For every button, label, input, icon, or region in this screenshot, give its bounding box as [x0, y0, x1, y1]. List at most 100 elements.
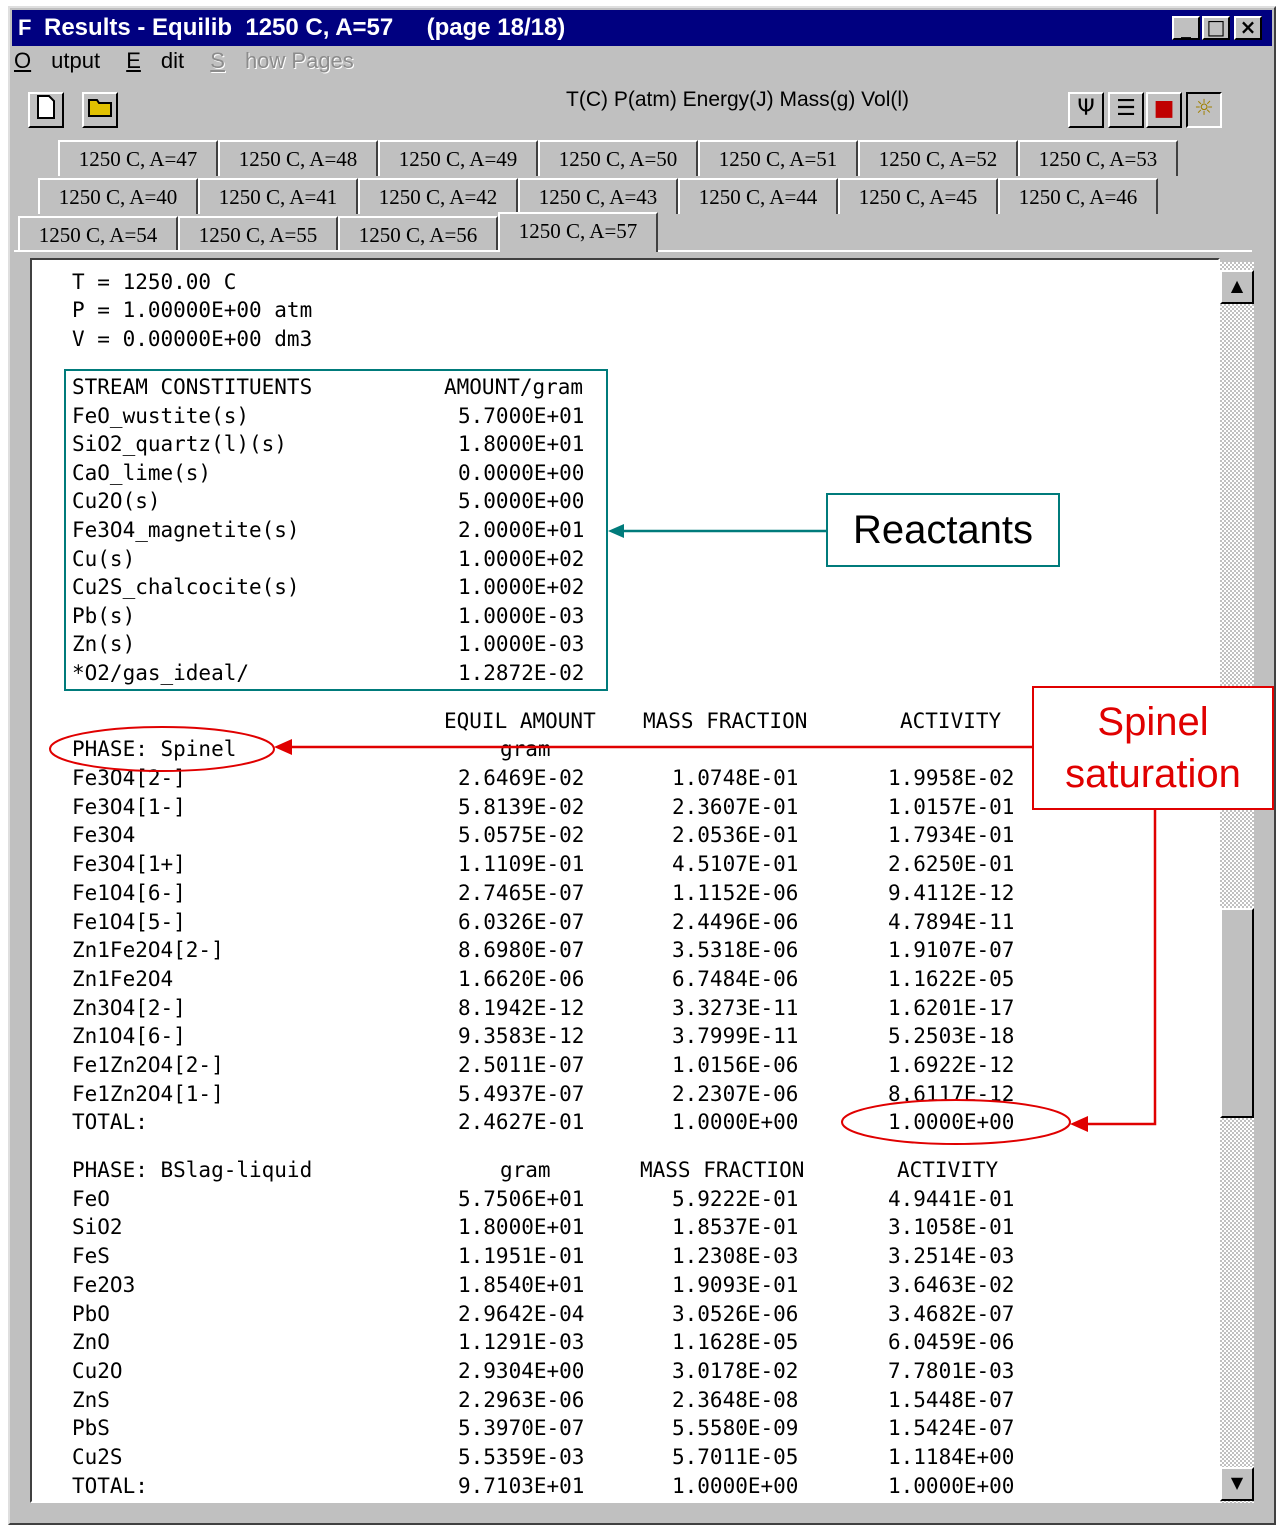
tab-1250-c-a-41[interactable]: 1250 C, A=41 — [198, 178, 358, 214]
slag-row-species: PbO — [72, 1301, 110, 1326]
spinel-row-activity: 1.0000E+00 — [888, 1110, 1015, 1135]
spinel-callout-line2: saturation — [1065, 752, 1241, 796]
fork-knife-button[interactable]: Ψ — [1068, 92, 1104, 128]
spinel-row-activity: 5.2503E-18 — [888, 1024, 1015, 1049]
list-edit-icon: ☰ — [1116, 96, 1136, 121]
close-button[interactable]: × — [1234, 16, 1262, 40]
spinel-row-activity: 4.7894E-11 — [888, 909, 1015, 934]
tab-1250-c-a-56[interactable]: 1250 C, A=56 — [338, 216, 498, 252]
window-title: Results - Equilib 1250 C, A=57 (page 18/… — [44, 14, 566, 41]
new-document-button[interactable] — [28, 92, 64, 128]
spinel-row-species: Fe3O4 — [72, 823, 136, 848]
stream-row-name: FeO_wustite(s) — [72, 403, 250, 428]
minimize-button[interactable]: _ — [1172, 16, 1200, 40]
slag-row-amount: 2.2963E-06 — [458, 1387, 585, 1412]
scroll-down-arrow-icon[interactable]: ▼ — [1220, 1467, 1254, 1501]
slag-row-mass-fraction: 1.1628E-05 — [672, 1330, 799, 1355]
stream-row-amount: 1.0000E-03 — [458, 603, 585, 628]
tab-1250-c-a-48[interactable]: 1250 C, A=48 — [218, 140, 378, 176]
spinel-unit-label: gram — [500, 737, 551, 761]
spinel-row-activity: 1.6201E-17 — [888, 995, 1015, 1020]
reactants-callout: Reactants — [826, 493, 1060, 567]
stream-row-name: Cu2O(s) — [72, 489, 161, 514]
spinel-row-amount: 1.1109E-01 — [458, 852, 585, 877]
slag-row-mass-fraction: 3.0178E-02 — [672, 1358, 799, 1383]
spinel-row-amount: 2.7465E-07 — [458, 880, 585, 905]
stream-header-name: STREAM CONSTITUENTS — [72, 375, 313, 399]
slag-row-activity: 3.2514E-03 — [888, 1244, 1015, 1269]
stream-row-amount: 1.8000E+01 — [458, 432, 585, 457]
stream-row-amount: 1.0000E+02 — [458, 575, 585, 600]
slag-header-mass-fraction: MASS FRACTION — [640, 1158, 805, 1182]
stream-row-name: Zn(s) — [72, 632, 136, 657]
stream-row-name: *O2/gas_ideal/ — [72, 661, 250, 685]
tab-1250-c-a-50[interactable]: 1250 C, A=50 — [538, 140, 698, 176]
slag-row-species: ZnO — [72, 1330, 110, 1355]
stream-row-amount: 5.7000E+01 — [458, 403, 585, 428]
spinel-row-activity: 1.1622E-05 — [888, 966, 1015, 991]
tab-1250-c-a-44[interactable]: 1250 C, A=44 — [678, 178, 838, 214]
tab-1250-c-a-57[interactable]: 1250 C, A=57 — [498, 212, 658, 252]
menu-edit[interactable]: Edit — [126, 48, 184, 73]
tab-1250-c-a-43[interactable]: 1250 C, A=43 — [518, 178, 678, 214]
spinel-row-species: Zn1O4[6-] — [72, 1024, 186, 1049]
spinel-row-species: Fe3O4[1-] — [72, 794, 186, 819]
spinel-row-activity: 8.6117E-12 — [888, 1081, 1015, 1106]
stream-row-amount: 1.0000E+02 — [458, 546, 585, 571]
spinel-row-amount: 9.3583E-12 — [458, 1024, 585, 1049]
vertical-scrollbar[interactable]: ▲ ▼ — [1220, 262, 1254, 1503]
slag-row-mass-fraction: 1.0000E+00 — [672, 1473, 799, 1498]
open-folder-button[interactable] — [82, 92, 118, 128]
stream-row-name: CaO_lime(s) — [72, 460, 212, 485]
tab-1250-c-a-54[interactable]: 1250 C, A=54 — [18, 216, 178, 252]
spinel-row-mass-fraction: 1.1152E-06 — [672, 880, 799, 905]
tab-1250-c-a-52[interactable]: 1250 C, A=52 — [858, 140, 1018, 176]
temperature-line: T = 1250.00 C — [72, 270, 237, 294]
slag-header-activity: ACTIVITY — [897, 1158, 999, 1182]
slag-row-amount: 1.8540E+01 — [458, 1272, 585, 1297]
slag-row-activity: 1.0000E+00 — [888, 1473, 1015, 1498]
pressure-line: P = 1.00000E+00 atm — [72, 298, 313, 322]
spinel-row-mass-fraction: 2.3607E-01 — [672, 794, 799, 819]
tab-1250-c-a-51[interactable]: 1250 C, A=51 — [698, 140, 858, 176]
spinel-row-mass-fraction: 1.0156E-06 — [672, 1053, 799, 1077]
menu-tools-icon: Ψ — [1077, 96, 1095, 121]
slag-row-activity: 6.0459E-06 — [888, 1330, 1015, 1355]
menu-output[interactable]: Output — [14, 48, 100, 73]
book-button[interactable]: ■ — [1146, 92, 1182, 128]
menu-show-pages[interactable]: Show Pages — [210, 48, 354, 73]
tab-1250-c-a-42[interactable]: 1250 C, A=42 — [358, 178, 518, 214]
scroll-up-arrow-icon[interactable]: ▲ — [1220, 270, 1254, 304]
spinel-row-mass-fraction: 2.0536E-01 — [672, 823, 799, 848]
tab-1250-c-a-55[interactable]: 1250 C, A=55 — [178, 216, 338, 252]
spinel-row-amount: 5.4937E-07 — [458, 1081, 585, 1106]
slag-row-amount: 9.7103E+01 — [458, 1473, 585, 1498]
tab-1250-c-a-53[interactable]: 1250 C, A=53 — [1018, 140, 1178, 176]
slag-row-amount: 5.5359E-03 — [458, 1445, 585, 1469]
maximize-button[interactable]: □ — [1202, 16, 1230, 40]
tab-1250-c-a-46[interactable]: 1250 C, A=46 — [998, 178, 1158, 214]
lightbulb-icon: ☼ — [1194, 96, 1214, 121]
lightbulb-button[interactable]: ☼ — [1186, 92, 1222, 128]
stream-header-amount: AMOUNT/gram — [444, 375, 584, 399]
menu-bar: Output Edit Show Pages — [14, 48, 374, 78]
tab-1250-c-a-40[interactable]: 1250 C, A=40 — [38, 178, 198, 214]
spinel-row-activity: 1.9958E-02 — [888, 766, 1015, 790]
tab-1250-c-a-49[interactable]: 1250 C, A=49 — [378, 140, 538, 176]
title-bar[interactable]: F Results - Equilib 1250 C, A=57 (page 1… — [12, 10, 1272, 46]
spinel-row-mass-fraction: 3.3273E-11 — [672, 995, 799, 1020]
stream-row-name: Cu2S_chalcocite(s) — [72, 575, 300, 600]
scroll-thumb[interactable] — [1220, 908, 1254, 1118]
spinel-row-mass-fraction: 2.4496E-06 — [672, 909, 799, 934]
tab-1250-c-a-45[interactable]: 1250 C, A=45 — [838, 178, 998, 214]
slag-row-activity: 3.4682E-07 — [888, 1301, 1015, 1326]
spinel-phase-label: PHASE: Spinel — [72, 737, 237, 761]
spinel-header-mass-fraction: MASS FRACTION — [643, 709, 808, 733]
spinel-row-mass-fraction: 6.7484E-06 — [672, 966, 799, 991]
spinel-row-amount: 5.8139E-02 — [458, 794, 585, 819]
edit-list-button[interactable]: ☰ — [1108, 92, 1144, 128]
tab-1250-c-a-47[interactable]: 1250 C, A=47 — [58, 140, 218, 176]
slag-row-species: Cu2O — [72, 1358, 123, 1383]
folder-open-icon — [88, 99, 112, 117]
spinel-row-activity: 1.7934E-01 — [888, 823, 1015, 848]
